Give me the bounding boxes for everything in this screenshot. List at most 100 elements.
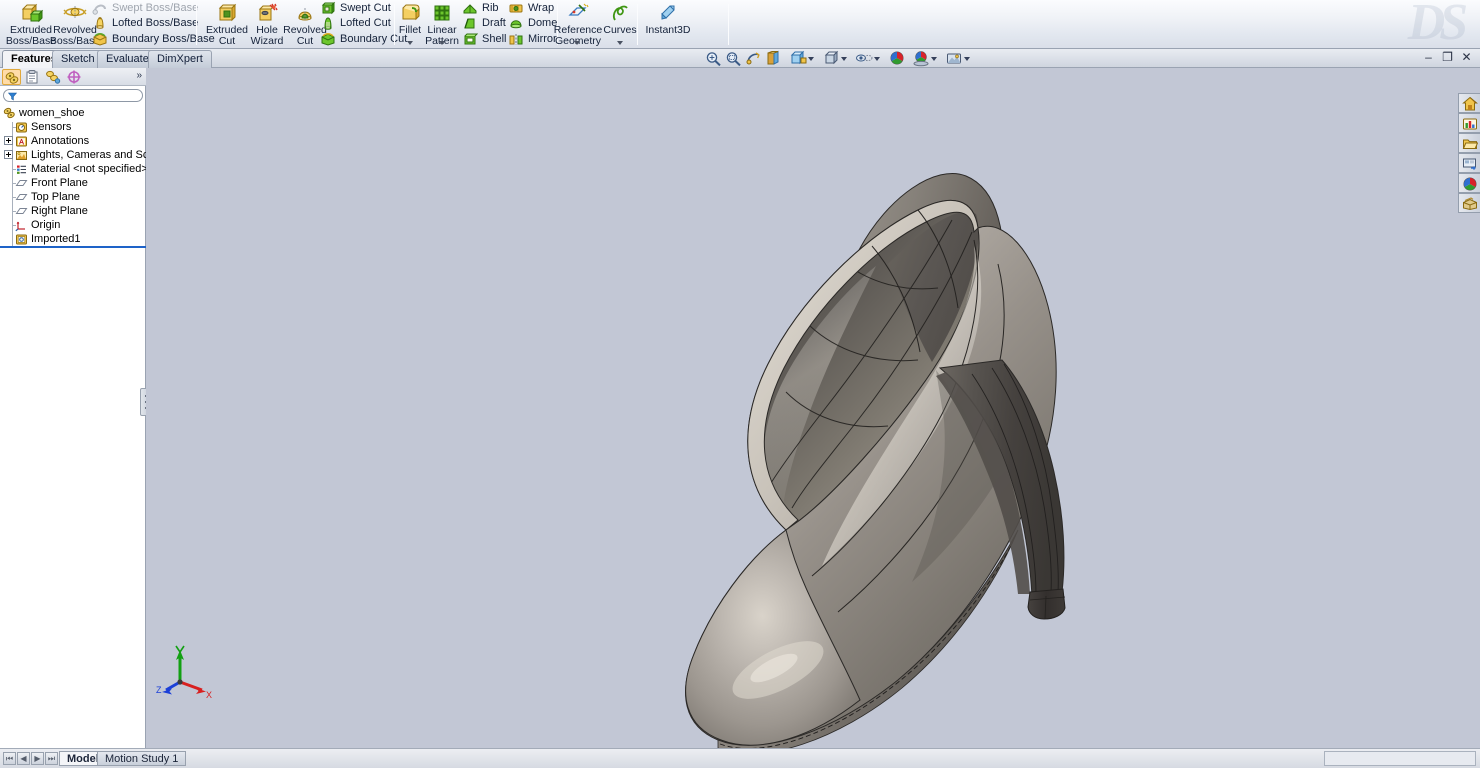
boundary-cut-icon: [320, 32, 336, 46]
close-button[interactable]: ✕: [1459, 51, 1474, 65]
display-style-icon[interactable]: [822, 50, 841, 67]
tree-connector: [12, 169, 16, 170]
shoe-3d-model[interactable]: [146, 68, 1480, 748]
status-bar-right-region: [1324, 751, 1476, 766]
lofted-boss-base-button[interactable]: Lofted Boss/Base: [92, 16, 198, 30]
dome-button[interactable]: Dome: [508, 16, 557, 30]
tree-item-right-plane[interactable]: Right Plane: [0, 204, 146, 218]
heel-tip: [1028, 589, 1065, 619]
expand-panel-chevron[interactable]: »: [136, 71, 142, 81]
draft-icon: [462, 16, 478, 30]
imported-feature-icon: [15, 233, 28, 246]
mirror-button[interactable]: Mirror: [508, 32, 557, 46]
tree-connector: [12, 197, 16, 198]
ribbon-separator: [637, 4, 638, 45]
view-settings-icon[interactable]: [945, 50, 964, 67]
lofted-cut-button[interactable]: Lofted Cut: [320, 16, 391, 30]
feature-tree-icon[interactable]: [2, 69, 21, 85]
view-orientation-dropdown-caret[interactable]: [807, 55, 816, 63]
extruded-boss-icon: [19, 2, 43, 24]
tree-item-label: Top Plane: [31, 191, 80, 204]
previous-view-icon[interactable]: [744, 50, 763, 67]
ribbon-separator: [728, 4, 729, 45]
plane-icon: [15, 191, 28, 204]
fillet-dropdown-caret[interactable]: [405, 39, 415, 47]
button-label: Swept Cut: [340, 2, 391, 14]
zoom-to-fit-icon[interactable]: [704, 50, 723, 67]
draft-button[interactable]: Draft: [462, 16, 506, 30]
dome-icon: [508, 16, 524, 30]
curves-dropdown-caret[interactable]: [615, 39, 625, 47]
configuration-manager-icon[interactable]: [44, 69, 63, 85]
reference-geometry-icon: [566, 2, 590, 24]
custom-properties-icon[interactable]: [1458, 193, 1480, 213]
edit-appearance-icon[interactable]: [888, 50, 907, 67]
tree-item-sensors[interactable]: Sensors: [0, 120, 146, 134]
apply-scene-icon[interactable]: [912, 50, 931, 67]
first-tab-button[interactable]: ⏮: [3, 752, 16, 765]
tab-sketch[interactable]: Sketch: [52, 50, 104, 68]
triad-label-z: Z: [156, 685, 162, 695]
feature-tree-filter-input[interactable]: [3, 89, 143, 102]
tree-item-label: Sensors: [31, 121, 71, 134]
tree-item-women-shoe[interactable]: women_shoe: [0, 106, 146, 120]
appearances-scenes-icon[interactable]: [1458, 173, 1480, 193]
section-view-icon[interactable]: [764, 50, 783, 67]
annotations-icon: [15, 135, 28, 148]
feature-manager-panel: » women_shoe: [0, 68, 146, 748]
rib-button[interactable]: Rib: [462, 1, 499, 15]
view-palette-icon[interactable]: [1458, 153, 1480, 173]
tree-item-material[interactable]: Material <not specified>: [0, 162, 146, 176]
tree-item-imported1[interactable]: Imported1: [0, 232, 146, 246]
last-tab-button[interactable]: ⏭: [45, 752, 58, 765]
wrap-button[interactable]: Wrap: [508, 1, 554, 15]
plane-icon: [15, 177, 28, 190]
view-orientation-icon[interactable]: [789, 50, 808, 67]
view-settings-dropdown-caret[interactable]: [963, 55, 972, 63]
dassault-systemes-watermark: DS: [1392, 0, 1478, 49]
ribbon-separator: [196, 4, 197, 45]
display-style-dropdown-caret[interactable]: [840, 55, 849, 63]
tree-item-origin[interactable]: Origin: [0, 218, 146, 232]
instant3d-button[interactable]: Instant3D: [640, 1, 696, 45]
next-tab-button[interactable]: ▶: [31, 752, 44, 765]
boundary-boss-icon: [92, 32, 108, 46]
button-label: Lofted Boss/Base: [112, 17, 198, 29]
origin-icon: [15, 219, 28, 232]
dimxpert-manager-icon[interactable]: [65, 69, 84, 85]
reference-geometry-dropdown-caret[interactable]: [572, 39, 582, 47]
tree-item-label: women_shoe: [19, 107, 84, 120]
shell-button[interactable]: Shell: [462, 32, 506, 46]
swept-cut-button[interactable]: Swept Cut: [320, 1, 391, 15]
tree-item-annotations[interactable]: Annotations: [0, 134, 146, 148]
motion-study-tab[interactable]: Motion Study 1: [97, 751, 186, 766]
design-library-icon[interactable]: [1458, 113, 1480, 133]
tree-connector: [12, 127, 16, 128]
hide-show-items-dropdown-caret[interactable]: [873, 55, 882, 63]
graphics-viewport[interactable]: – ❐ ✕: [146, 68, 1480, 748]
previous-tab-button[interactable]: ◀: [17, 752, 30, 765]
zoom-to-area-icon[interactable]: [724, 50, 743, 67]
restore-button[interactable]: ❐: [1440, 51, 1455, 65]
fillet-icon: [398, 2, 422, 24]
tree-item-front-plane[interactable]: Front Plane: [0, 176, 146, 190]
rib-icon: [462, 1, 478, 15]
swept-boss-base-button[interactable]: Swept Boss/Base: [92, 1, 198, 15]
file-explorer-icon[interactable]: [1458, 133, 1480, 153]
task-pane-tabs: [1458, 93, 1480, 211]
button-label: Draft: [482, 17, 506, 29]
heads-up-view-toolbar: – ❐ ✕: [146, 50, 1480, 68]
apply-scene-dropdown-caret[interactable]: [930, 55, 939, 63]
button-label: Wrap: [528, 2, 554, 14]
tree-item-label: Right Plane: [31, 205, 88, 218]
instant3d-icon: [656, 2, 680, 24]
tree-item-lights-cameras-scene[interactable]: Lights, Cameras and Scene: [0, 148, 146, 162]
linear-pattern-dropdown-caret[interactable]: [437, 39, 447, 47]
tree-item-top-plane[interactable]: Top Plane: [0, 190, 146, 204]
minimize-button[interactable]: –: [1421, 51, 1436, 65]
triad-label-x: X: [206, 690, 212, 700]
solidworks-resources-icon[interactable]: [1458, 93, 1480, 113]
property-manager-icon[interactable]: [23, 69, 42, 85]
hide-show-items-icon[interactable]: [855, 50, 874, 67]
swept-boss-icon: [92, 1, 108, 15]
